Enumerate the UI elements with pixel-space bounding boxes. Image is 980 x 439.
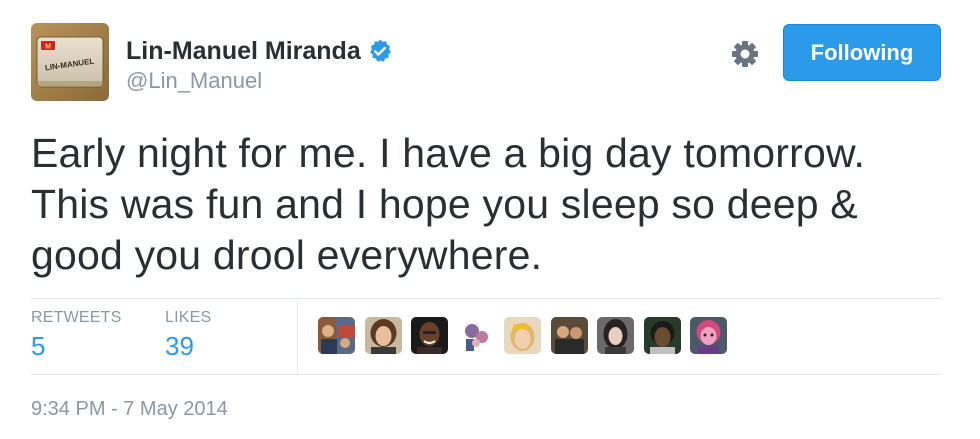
liker-avatar-1[interactable] [318, 317, 355, 354]
liker-avatar-4[interactable] [457, 317, 495, 354]
author-avatar[interactable]: M LIN-MANUEL [31, 23, 109, 101]
liker-avatar-7[interactable] [597, 317, 634, 354]
liker-avatar-3[interactable] [411, 317, 448, 354]
tweet-text-line: Early night for me. I have a big day tom… [31, 130, 866, 176]
gear-icon[interactable] [729, 38, 761, 70]
likes-label: LIKES [165, 309, 212, 326]
verified-badge-icon [367, 38, 393, 64]
svg-text:M: M [45, 44, 51, 51]
liker-avatar-2[interactable] [364, 317, 402, 354]
retweets-label: RETWEETS [31, 309, 122, 326]
tweet-text-line: good you drool everywhere. [31, 232, 543, 278]
following-button[interactable]: Following [783, 24, 941, 81]
likes-stat[interactable]: LIKES 39 [165, 299, 211, 361]
retweets-count: 5 [31, 331, 46, 361]
author-handle[interactable]: @Lin_Manuel [126, 68, 393, 94]
tweet-timestamp[interactable]: 9:34 PM - 7 May 2014 [31, 398, 228, 421]
author-name[interactable]: Lin-Manuel Miranda [126, 36, 361, 66]
tweet-stats: RETWEETS 5 LIKES 39 [31, 299, 941, 374]
tweet-card: M LIN-MANUEL Lin-Manuel Miranda @Lin_Man… [0, 0, 980, 439]
liker-avatar-5[interactable] [504, 317, 541, 354]
liker-avatar-8[interactable] [643, 317, 681, 354]
author-info: Lin-Manuel Miranda @Lin_Manuel [126, 36, 393, 94]
liker-avatar-9[interactable] [690, 317, 727, 354]
tweet-text: Early night for me. I have a big day tom… [31, 128, 951, 281]
liker-avatar-6[interactable] [550, 317, 588, 354]
divider-bottom [31, 374, 941, 375]
tweet-text-line: This was fun and I hope you sleep so dee… [31, 181, 858, 227]
liker-avatars [318, 317, 737, 354]
stats-separator [297, 299, 298, 374]
likes-count: 39 [165, 331, 194, 361]
retweets-stat[interactable]: RETWEETS 5 [31, 299, 122, 361]
